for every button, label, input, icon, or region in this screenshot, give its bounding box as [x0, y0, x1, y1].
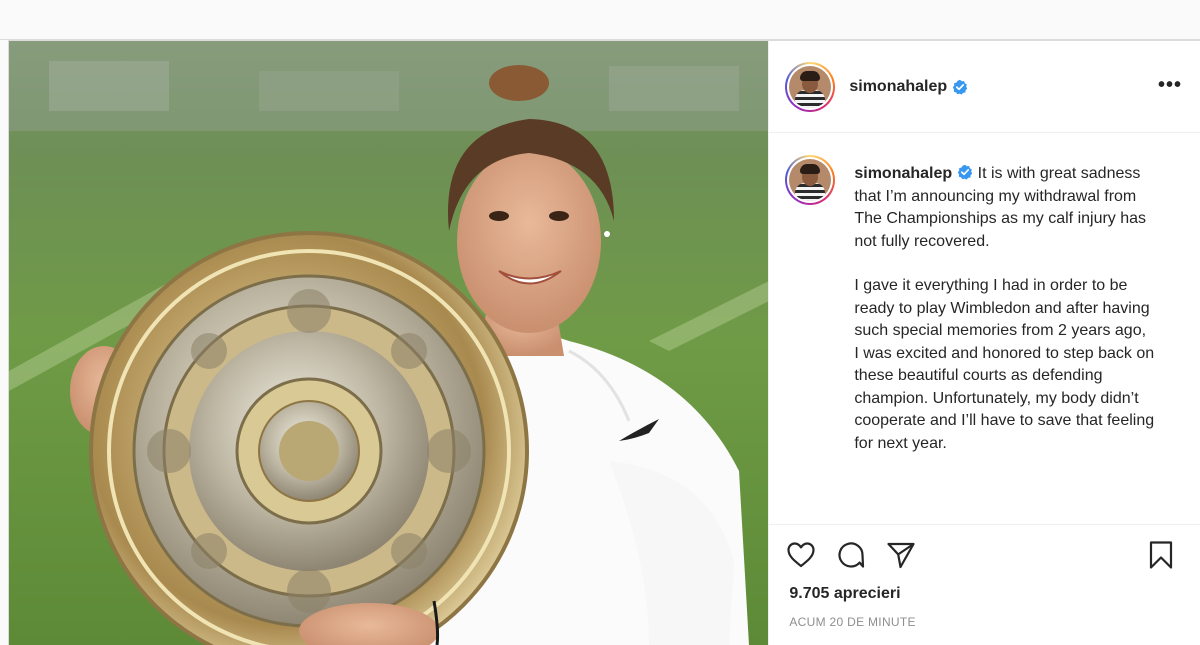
verified-badge-icon [957, 164, 973, 180]
post-timestamp[interactable]: ACUM 20 DE MINUTE [789, 615, 915, 629]
top-bar [0, 0, 1200, 40]
verified-badge-icon [952, 79, 968, 95]
caption-text: simonahalep It is with great sadness tha… [854, 163, 1154, 455]
bookmark-icon[interactable] [1145, 539, 1177, 571]
caption-username-link[interactable]: simonahalep [854, 165, 952, 182]
more-options-icon[interactable]: ••• [1158, 75, 1182, 95]
comment-icon[interactable] [835, 539, 867, 571]
caption-paragraph-2: I gave it everything I had in order to b… [854, 277, 1155, 452]
caption-avatar[interactable] [785, 155, 836, 205]
post-sidebar: simonahalep ••• simonahalep It is with g… [768, 41, 1200, 645]
post-actions: 9.705 aprecieri ACUM 20 DE MINUTE [769, 524, 1200, 645]
post-header: simonahalep ••• [769, 41, 1200, 133]
likes-count[interactable]: 9.705 aprecieri [789, 585, 900, 603]
avatar[interactable] [785, 61, 836, 112]
post-photo[interactable] [9, 41, 769, 645]
caption-paragraph-1: simonahalep It is with great sadness tha… [854, 163, 1154, 253]
instagram-post: simonahalep ••• simonahalep It is with g… [8, 40, 1200, 645]
heart-icon[interactable] [785, 539, 817, 571]
username-link[interactable]: simonahalep [849, 78, 947, 96]
paper-plane-icon[interactable] [885, 539, 917, 571]
photo-illustration [9, 41, 769, 645]
